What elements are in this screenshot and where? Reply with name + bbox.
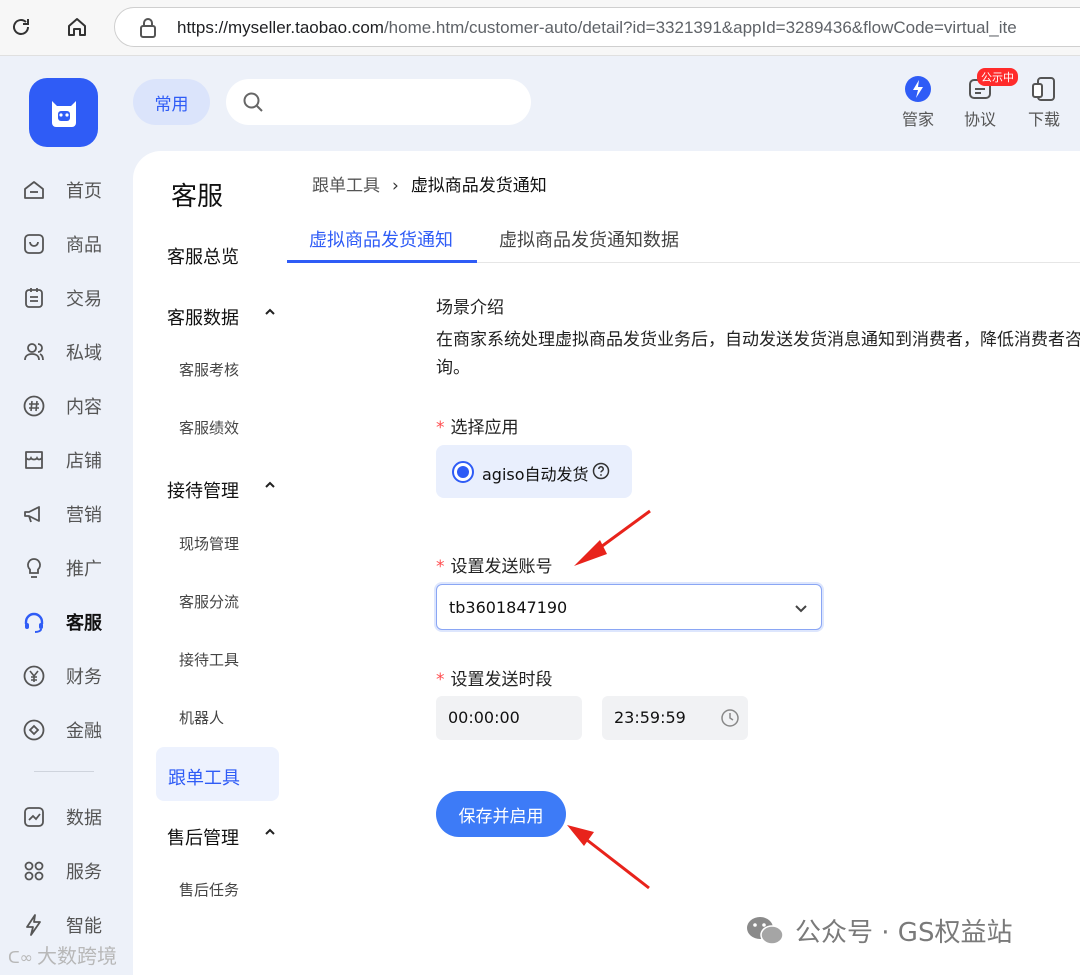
nav-item-goods[interactable]: 商品 (22, 229, 102, 259)
nav-item-smart[interactable]: 智能 (22, 910, 102, 940)
sub-menu-group-aftersale[interactable]: 售后管理 (167, 824, 239, 850)
required-mark: * (436, 670, 445, 690)
app-label: * 选择应用 (436, 418, 519, 438)
breadcrumb-current: 虚拟商品发货通知 (410, 176, 547, 196)
sub-menu-group-data[interactable]: 客服数据 (167, 304, 239, 330)
nav-item-marketing[interactable]: 营销 (22, 499, 102, 529)
nav-divider (34, 771, 94, 772)
common-chip[interactable]: 常用 (133, 79, 210, 125)
nav-item-trade[interactable]: 交易 (22, 283, 102, 313)
save-and-enable-button[interactable]: 保存并启用 (436, 791, 566, 837)
radio-label: agiso自动发货 (482, 465, 589, 484)
sub-menu-item[interactable]: 客服绩效 (179, 417, 239, 438)
tool-label: 协议 (963, 110, 996, 129)
trade-icon (25, 288, 43, 308)
end-time-input[interactable]: 23:59:59 (602, 696, 748, 740)
breadcrumb: 跟单工具 › 虚拟商品发货通知 (312, 171, 547, 196)
nav-item-customer-service[interactable]: 客服 (22, 607, 102, 637)
hash-icon (23, 395, 45, 417)
sub-menu-title: 客服 (171, 182, 224, 212)
start-time-input[interactable]: 00:00:00 (436, 696, 582, 740)
nav-item-store[interactable]: 店铺 (22, 445, 102, 475)
chevron-down-icon[interactable] (793, 600, 809, 616)
tab-virtual-delivery-data[interactable]: 虚拟商品发货通知数据 (499, 226, 679, 252)
tab-virtual-delivery[interactable]: 虚拟商品发货通知 (309, 226, 453, 252)
nav-item-data[interactable]: 数据 (22, 802, 102, 832)
bolt-icon (26, 914, 41, 936)
browser-toolbar: https://myseller.taobao.com/home.htm/cus… (0, 0, 1080, 56)
home-icon (24, 181, 44, 199)
bulb-icon (27, 558, 41, 578)
address-bar[interactable]: https://myseller.taobao.com/home.htm/cus… (114, 7, 1080, 47)
tool-butler[interactable]: 管家 (893, 74, 943, 130)
sub-menu-item[interactable]: 客服分流 (179, 591, 239, 612)
sub-menu-item[interactable]: 售后任务 (179, 879, 239, 900)
sub-menu-item[interactable]: 现场管理 (179, 533, 239, 554)
sub-menu-item[interactable]: 客服考核 (179, 359, 239, 380)
nav-item-promotion[interactable]: 推广 (22, 553, 102, 583)
app-radio-option[interactable]: agiso自动发货 (436, 445, 632, 498)
search-icon (243, 92, 263, 112)
breadcrumb-separator: › (392, 176, 399, 196)
watermark-right: 公众号 · GS权益站 (745, 912, 1012, 949)
main-panel (133, 151, 1080, 975)
reload-icon[interactable] (4, 10, 38, 44)
clock-icon (721, 709, 739, 727)
lightning-icon (905, 76, 931, 102)
nav-item-loans[interactable]: 金融 (22, 715, 102, 745)
tool-download[interactable]: 下载 (1019, 74, 1069, 130)
tool-label: 下载 (1027, 110, 1060, 129)
search-input[interactable] (226, 79, 531, 125)
radio-button[interactable] (452, 461, 474, 483)
nav-item-finance[interactable]: 财务 (22, 661, 102, 691)
account-label: * 设置发送账号 (436, 557, 553, 577)
chevron-up-icon[interactable] (264, 306, 276, 318)
start-time-value: 00:00:00 (448, 708, 520, 727)
headset-icon (24, 612, 44, 633)
help-icon[interactable] (592, 462, 610, 480)
wechat-icon (747, 916, 784, 945)
required-mark: * (436, 418, 445, 438)
nav-item-private[interactable]: 私域 (22, 337, 102, 367)
chart-icon (24, 807, 44, 827)
sub-menu-group-reception[interactable]: 接待管理 (167, 477, 239, 503)
sub-menu-item[interactable]: 接待工具 (179, 649, 239, 670)
account-select[interactable]: tb3601847190 (436, 584, 822, 630)
scene-description: 在商家系统处理虚拟商品发货业务后，自动发送发货消息通知到消费者，降低消费者咨询。 (436, 330, 1080, 378)
chevron-up-icon[interactable] (264, 479, 276, 491)
watermark-left: ᑕ∞ 大数跨境 (8, 944, 118, 968)
tab-active-indicator (287, 260, 477, 263)
nav-item-services[interactable]: 服务 (22, 856, 102, 886)
sub-menu-overview[interactable]: 客服总览 (167, 243, 239, 269)
yen-icon (23, 665, 45, 687)
account-select-value: tb3601847190 (449, 598, 568, 617)
watermark-logo-icon: ᑕ∞ (8, 948, 34, 967)
tool-label: 管家 (901, 110, 934, 129)
sub-menu-item[interactable]: 机器人 (179, 707, 224, 728)
breadcrumb-parent[interactable]: 跟单工具 (312, 176, 380, 196)
url-text: https://myseller.taobao.com/home.htm/cus… (177, 18, 1017, 37)
users-icon (24, 343, 44, 361)
apps-icon (24, 861, 44, 881)
nav-item-home[interactable]: 首页 (22, 175, 102, 205)
devices-icon (1032, 77, 1055, 101)
taobao-logo[interactable] (29, 78, 98, 147)
home-browser-icon[interactable] (60, 10, 94, 44)
time-label: * 设置发送时段 (436, 670, 553, 690)
sub-menu-item-active[interactable]: 跟单工具 (168, 764, 240, 790)
scene-title: 场景介绍 (436, 298, 504, 318)
chevron-up-icon[interactable] (264, 826, 276, 838)
store-icon (25, 451, 43, 469)
tool-agreement[interactable]: 公示中 协议 (955, 68, 1018, 130)
status-badge: 公示中 (977, 68, 1018, 86)
nav-item-content[interactable]: 内容 (22, 391, 102, 421)
lock-icon (140, 18, 156, 38)
end-time-value: 23:59:59 (614, 708, 686, 727)
megaphone-icon (24, 506, 40, 523)
finance-icon (23, 719, 45, 741)
required-mark: * (436, 557, 445, 577)
goods-icon (24, 234, 44, 254)
